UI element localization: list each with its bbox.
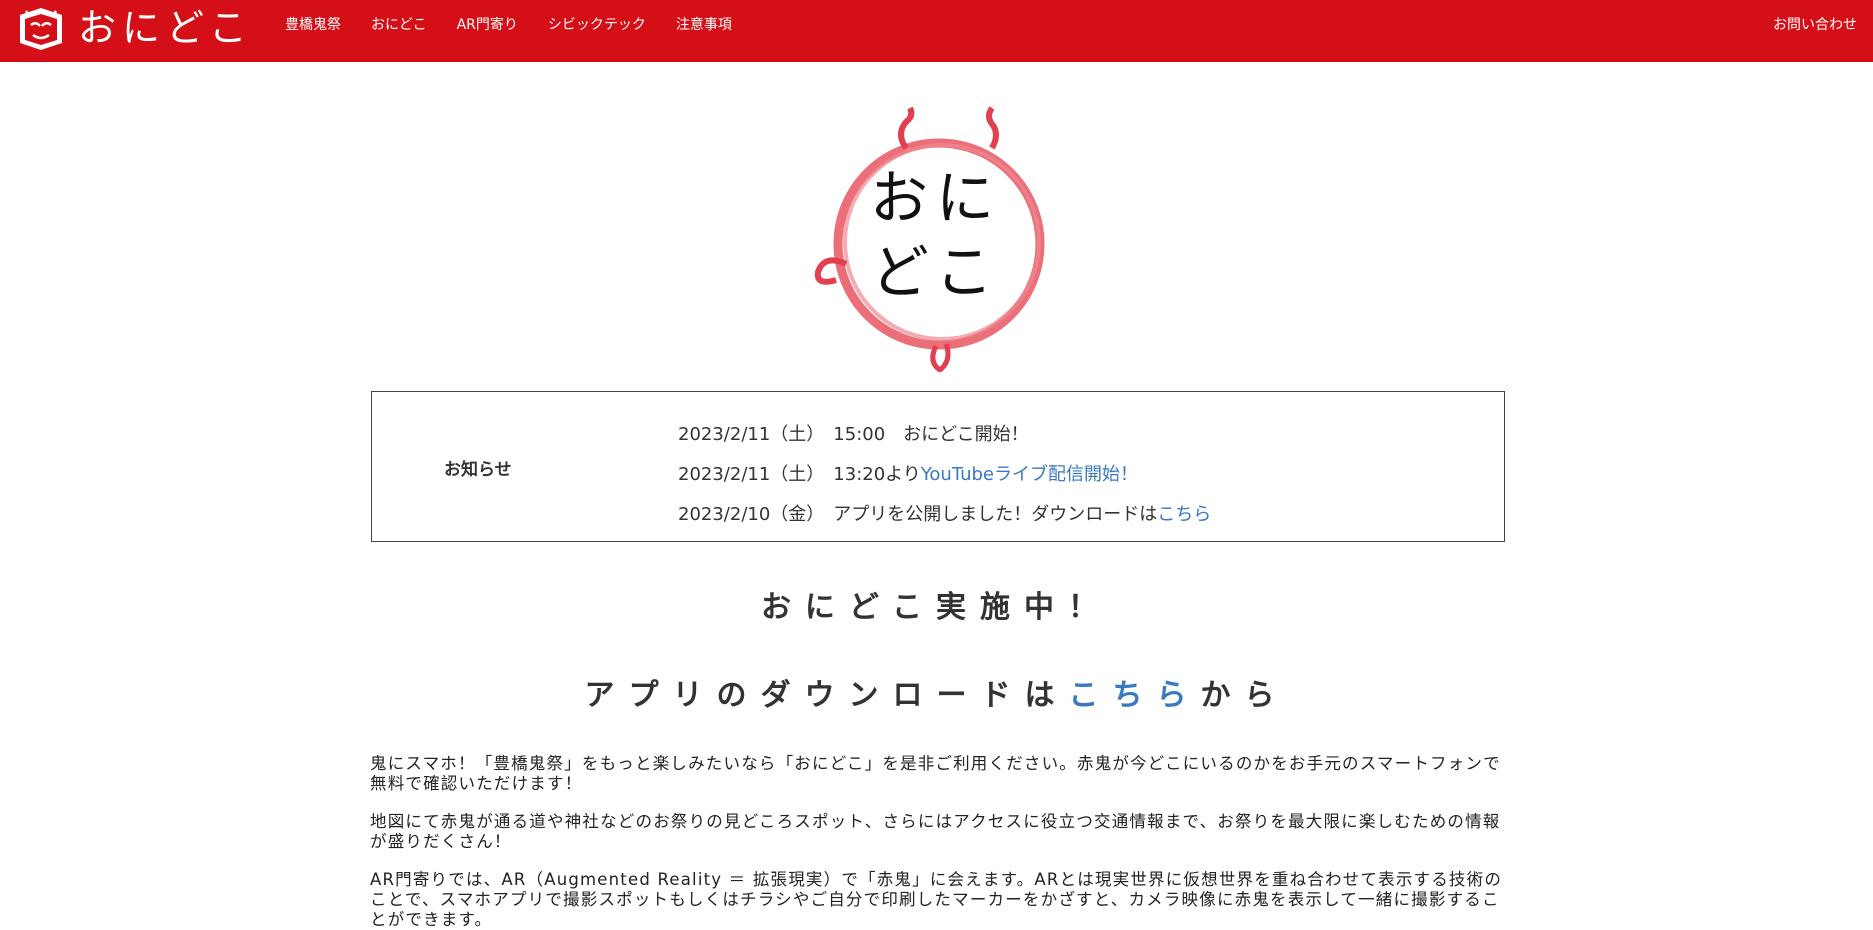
news-box: お知らせ 2023/2/11（土） 15:00 おにどこ開始！ 2023/2/1… — [371, 391, 1505, 542]
brand-home-link[interactable]: おにどこ — [16, 4, 253, 52]
nav-link-notes[interactable]: 注意事項 — [676, 17, 732, 33]
headline-app-download-suffix: から — [1200, 678, 1289, 713]
headline-app-download: アプリのダウンロードはこちらから — [0, 670, 1873, 714]
nav-link-toyohashi-onimatsuri[interactable]: 豊橋鬼祭 — [285, 17, 341, 33]
nav-link-civic-tech[interactable]: シビックテック — [548, 17, 646, 33]
headline-now-running: おにどこ実施中！ — [760, 590, 1113, 625]
headline-app-download-prefix: アプリのダウンロードは — [584, 678, 1069, 713]
main-nav: 豊橋鬼祭 おにどこ AR門寄り シビックテック 注意事項 — [285, 0, 762, 48]
nav-link-ar-kadoyori[interactable]: AR門寄り — [457, 17, 518, 33]
news-list: 2023/2/11（土） 15:00 おにどこ開始！ 2023/2/11（土） … — [678, 418, 1211, 538]
news-item-text: 2023/2/11（土） 15:00 おにどこ開始！ — [678, 424, 1029, 445]
hero-logo-text-oni: おに — [870, 164, 1002, 232]
nav-link-contact[interactable]: お問い合わせ — [1773, 0, 1857, 48]
app-download-link[interactable]: こちら — [1157, 504, 1211, 525]
map-paragraph: 地図にて赤鬼が通る道や神社などのお祭りの見どころスポット、さらにはアクセスに役立… — [370, 812, 1501, 851]
onidoko-hero-logo: おに どこ — [814, 106, 1045, 372]
brand-name: おにどこ — [78, 6, 253, 50]
nav-link-onidoko[interactable]: おにどこ — [371, 17, 427, 33]
news-item: 2023/2/10（金） アプリを公開しました！ダウンロードはこちら — [678, 498, 1211, 538]
headline-download-link[interactable]: こちら — [1069, 678, 1201, 713]
intro-paragraph: 鬼にスマホ！「豊橋鬼祭」をもっと楽しみたいなら「おにどこ」を是非ご利用ください。… — [370, 754, 1501, 793]
top-navbar: おにどこ 豊橋鬼祭 おにどこ AR門寄り シビックテック 注意事項 お問い合わせ — [0, 0, 1873, 62]
news-item-text: 2023/2/11（土） 13:20より — [678, 464, 921, 485]
hero-logo-text-doko: どこ — [871, 238, 1001, 306]
news-title: お知らせ — [444, 460, 512, 480]
news-item: 2023/2/11（土） 13:20よりYouTubeライブ配信開始！ — [678, 458, 1211, 498]
youtube-live-link[interactable]: YouTubeライブ配信開始！ — [921, 464, 1138, 485]
news-item-text: 2023/2/10（金） アプリを公開しました！ダウンロードは — [678, 504, 1158, 525]
ar-paragraph: AR門寄りでは、AR（Augmented Reality ＝ 拡張現実）で「赤鬼… — [370, 870, 1503, 929]
oni-mask-logo-icon — [20, 8, 62, 50]
news-item: 2023/2/11（土） 15:00 おにどこ開始！ — [678, 418, 1211, 458]
